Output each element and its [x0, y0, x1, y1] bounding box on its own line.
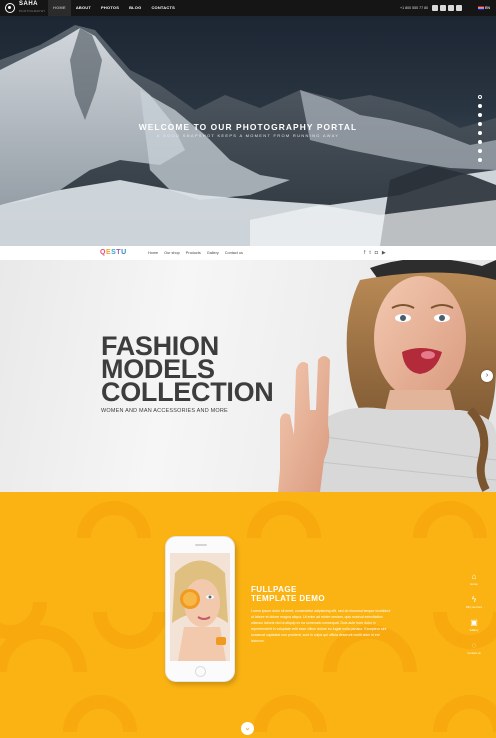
phone-home-button [195, 666, 206, 677]
nav-about[interactable]: ABOUT [71, 0, 96, 16]
twitter-icon[interactable]: t [369, 250, 370, 256]
nav-contacts[interactable]: CONTACTS [146, 0, 180, 16]
language-selector[interactable]: EN [478, 0, 490, 16]
slide-dot[interactable] [478, 158, 482, 162]
google-plus-icon[interactable] [456, 5, 462, 11]
side-nav-home[interactable]: ⌂ Home [470, 572, 477, 586]
side-section-nav: ⌂ Home ϟ Why we here ▣ Gallery ◌ Contact… [464, 572, 484, 664]
fullpage-title-line: TEMPLATE DEMO [251, 594, 325, 603]
slide-pagination [478, 95, 482, 162]
facebook-icon[interactable]: f [364, 250, 365, 256]
fullpage-title: FULLPAGE TEMPLATE DEMO [251, 585, 325, 603]
hero-title: WELCOME TO OUR PHOTOGRAPHY PORTAL [138, 122, 358, 132]
logo-icon[interactable] [5, 3, 15, 13]
fullpage-title-line: FULLPAGE [251, 585, 297, 594]
scroll-down-button[interactable]: ⌄ [241, 722, 254, 735]
side-nav-label: Gallery [469, 628, 479, 632]
side-nav-label: Why we here [465, 605, 483, 609]
side-nav-contact[interactable]: ◌ Contact us [467, 641, 480, 655]
nav2-gallery[interactable]: Gallery [204, 246, 222, 260]
fashion-headline: FASHION MODELS COLLECTION [101, 333, 274, 407]
top-navbar: SAHA PHOTOGRAPHY HOME ABOUT PHOTOS BLOG … [0, 0, 496, 16]
phone-mockup [165, 536, 235, 682]
slide-dot[interactable] [478, 140, 482, 144]
next-slide-arrow[interactable]: › [481, 370, 493, 382]
facebook-icon[interactable] [432, 5, 438, 11]
qestu-nav: Home Our shop Products Gallery Contact u… [145, 246, 246, 260]
qestu-logo[interactable]: QESTU [100, 249, 127, 256]
model-orange-photo [170, 553, 230, 661]
background-arcs [0, 501, 496, 733]
social-icons [432, 5, 462, 11]
nav2-our-shop[interactable]: Our shop [161, 246, 183, 260]
brand-name[interactable]: SAHA [19, 1, 38, 7]
slide-dot[interactable] [478, 95, 482, 99]
slide-dot[interactable] [478, 104, 482, 108]
phone-screen-photo [170, 553, 230, 661]
slide-dot[interactable] [478, 149, 482, 153]
nav-photos[interactable]: PHOTOS [96, 0, 124, 16]
hero-subtitle: A GOOD SNAPSHOT KEEPS A MOMENT FROM RUNN… [156, 133, 340, 138]
fashion-subheadline: WOMEN AND MAN ACCESSORIES AND MORE [101, 408, 228, 414]
fullpage-demo-section: FULLPAGE TEMPLATE DEMO Lorem ipsum dolor… [0, 492, 496, 738]
fashion-section: FASHION MODELS COLLECTION WOMEN AND MAN … [0, 260, 496, 492]
phone-number: +1 800 555 77 80 [400, 6, 429, 10]
twitter-icon[interactable] [440, 5, 446, 11]
nav2-products[interactable]: Products [183, 246, 204, 260]
instagram-icon[interactable]: ◘ [375, 250, 378, 256]
qestu-social-icons: f t ◘ ▶ [364, 250, 386, 256]
slide-dot[interactable] [478, 113, 482, 117]
side-nav-gallery[interactable]: ▣ Gallery [470, 618, 479, 632]
nav2-contact-us[interactable]: Contact us [222, 246, 246, 260]
main-nav: HOME ABOUT PHOTOS BLOG CONTACTS [48, 0, 180, 16]
logo-letter: U [121, 249, 127, 256]
brand-tagline: PHOTOGRAPHY [19, 9, 46, 13]
nav-blog[interactable]: BLOG [124, 0, 146, 16]
language-label: EN [485, 6, 490, 10]
slide-dot[interactable] [478, 122, 482, 126]
phone-speaker [195, 544, 207, 546]
fullpage-body-text: Lorem ipsum dolor sit amet, consectetur … [251, 609, 391, 643]
headline-line: COLLECTION [101, 377, 274, 407]
chat-icon: ◌ [471, 641, 477, 650]
hero-section-photography: SAHA PHOTOGRAPHY HOME ABOUT PHOTOS BLOG … [0, 0, 496, 246]
gallery-icon: ▣ [470, 618, 478, 627]
youtube-icon[interactable]: ▶ [382, 250, 386, 256]
nav2-home[interactable]: Home [145, 246, 161, 260]
nav-home[interactable]: HOME [48, 0, 71, 16]
page: SAHA PHOTOGRAPHY HOME ABOUT PHOTOS BLOG … [0, 0, 496, 738]
slide-dot[interactable] [478, 131, 482, 135]
flag-icon [478, 6, 484, 11]
qestu-navbar: QESTU Home Our shop Products Gallery Con… [0, 246, 496, 260]
side-nav-label: Contact us [467, 651, 481, 655]
side-nav-why-we-here[interactable]: ϟ Why we here [466, 595, 482, 609]
side-nav-label: Home [470, 582, 478, 586]
instagram-icon[interactable] [448, 5, 454, 11]
home-icon: ⌂ [471, 572, 477, 581]
lightning-icon: ϟ [471, 595, 477, 604]
